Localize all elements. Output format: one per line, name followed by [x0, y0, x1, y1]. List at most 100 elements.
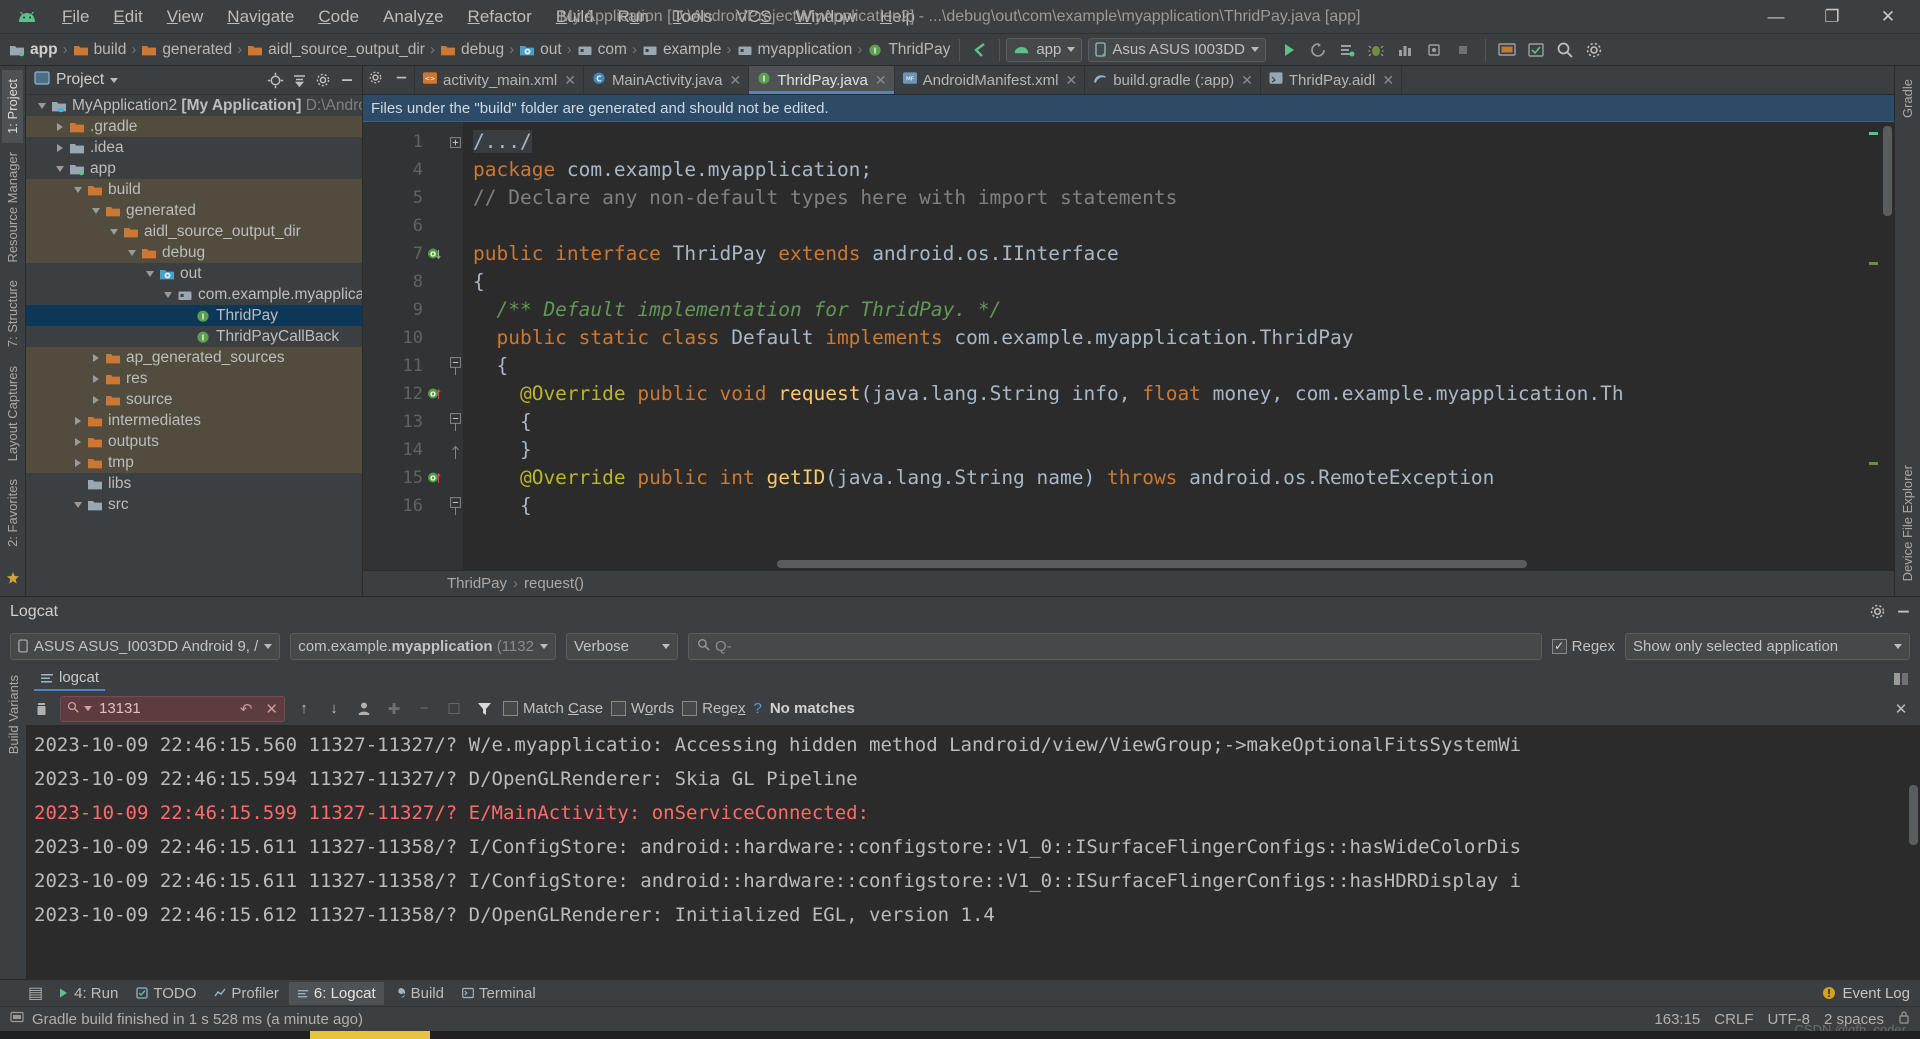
gutter-line[interactable]: 13 — [363, 408, 447, 436]
find-select-all-icon[interactable] — [353, 698, 375, 720]
gutter-line[interactable]: 7O — [363, 240, 447, 268]
chevron-right-icon[interactable] — [88, 395, 103, 404]
logcat-line[interactable]: 2023-10-09 22:46:15.560 11327-11327/? W/… — [34, 728, 1920, 762]
code-content[interactable]: /.../package com.example.myapplication; /… — [463, 122, 1894, 570]
chevron-right-icon[interactable] — [88, 353, 103, 362]
project-settings-gear-icon[interactable] — [312, 69, 334, 91]
editor-settings-gear-icon[interactable] — [368, 70, 383, 90]
find-clear-icon[interactable]: ✕ — [265, 700, 278, 718]
code-line[interactable]: { — [463, 492, 1894, 520]
find-add-line-icon[interactable]: ✚ — [383, 698, 405, 720]
find-next-icon[interactable]: ↓ — [323, 698, 345, 720]
chevron-down-icon[interactable] — [124, 249, 139, 256]
logcat-line[interactable]: 2023-10-09 22:46:15.594 11327-11327/? D/… — [34, 762, 1920, 796]
code-line[interactable]: { — [463, 352, 1894, 380]
editor-tab-thridpay-java[interactable]: I ThridPay.java ✕ — [749, 66, 895, 94]
gutter-line[interactable]: 16 — [363, 492, 447, 520]
close-icon[interactable]: ✕ — [730, 72, 742, 89]
breadcrumb-item-generated[interactable]: generated — [138, 39, 235, 61]
find-input[interactable]: 13131 ↶ ✕ — [60, 695, 285, 722]
logcat-hide-icon[interactable] — [1892, 601, 1914, 623]
caret-position[interactable]: 163:15 — [1654, 1011, 1700, 1028]
stop-button[interactable] — [1450, 37, 1477, 63]
breadcrumb-item-example[interactable]: example — [639, 39, 725, 61]
menu-edit[interactable]: Edit — [101, 4, 154, 30]
tree-node-aidl-source-output-dir[interactable]: aidl_source_output_dir — [26, 221, 362, 242]
breadcrumb-item-build[interactable]: build — [70, 39, 130, 61]
back-arrow-icon[interactable] — [966, 37, 993, 63]
close-icon[interactable]: ✕ — [1241, 72, 1253, 89]
logcat-device-selector[interactable]: ASUS ASUS_I003DD Android 9, / — [10, 632, 281, 660]
run-configuration-selector[interactable]: app — [1006, 37, 1083, 62]
line-separator[interactable]: CRLF — [1714, 1011, 1753, 1028]
gutter-line[interactable]: 15 O — [363, 464, 447, 492]
editor-horizontal-scrollbar[interactable] — [457, 558, 1880, 570]
tree-node-thridpaycallback[interactable]: I ThridPayCallBack — [26, 326, 362, 347]
tree-node-intermediates[interactable]: intermediates — [26, 410, 362, 431]
gutter-line[interactable]: 14 — [363, 436, 447, 464]
hide-panel-icon[interactable] — [336, 69, 358, 91]
find-history-icon[interactable]: ↶ — [240, 700, 253, 718]
profile-icon[interactable] — [1392, 37, 1419, 63]
code-line[interactable]: } — [463, 436, 1894, 464]
code-line[interactable]: @Override public void request(java.lang.… — [463, 380, 1894, 408]
chevron-right-icon[interactable] — [70, 416, 85, 425]
tree-node-debug[interactable]: debug — [26, 242, 362, 263]
tree-node-thridpay[interactable]: I ThridPay — [26, 305, 362, 326]
chevron-down-icon[interactable] — [52, 165, 67, 172]
menu-help[interactable]: Help — [868, 4, 927, 30]
chevron-right-icon[interactable] — [52, 122, 67, 131]
code-line[interactable]: package com.example.myapplication; — [463, 156, 1894, 184]
close-icon[interactable]: ✕ — [1382, 72, 1394, 89]
line-number-gutter[interactable]: 1 4 5 6 7 O 8 9 10 11 12 O 13 14 15 O 16 — [363, 122, 447, 570]
sdk-manager-icon[interactable] — [1523, 37, 1550, 63]
editor-tab-activity-main-xml[interactable]: <> activity_main.xml ✕ — [415, 66, 584, 94]
tree-node--gradle[interactable]: .gradle — [26, 116, 362, 137]
code-line[interactable]: public static class Default implements c… — [463, 324, 1894, 352]
project-tree[interactable]: MyApplication2 [My Application] D:\Andro… — [26, 95, 362, 596]
tool-tab-build-variants[interactable]: Build Variants — [3, 666, 24, 763]
status-memory-icon[interactable] — [10, 1010, 24, 1028]
menu-tools[interactable]: Tools — [661, 4, 725, 30]
gutter-line[interactable]: 12 O — [363, 380, 447, 408]
gutter-line[interactable]: 5 — [363, 184, 447, 212]
tool-tab-resource-manager[interactable]: Resource Manager — [2, 143, 23, 272]
close-icon[interactable]: ✕ — [875, 72, 887, 89]
event-log-area[interactable]: Event Log — [1822, 985, 1920, 1002]
menu-analyze[interactable]: Analyze — [371, 4, 456, 30]
menu-run[interactable]: Run — [606, 4, 661, 30]
menu-view[interactable]: View — [155, 4, 216, 30]
code-line[interactable]: /** Default implementation for ThridPay.… — [463, 296, 1894, 324]
chevron-down-icon[interactable] — [70, 501, 85, 508]
breadcrumb-item-out[interactable]: out — [516, 39, 565, 61]
gutter-line[interactable]: 11 — [363, 352, 447, 380]
bottom-tab-profiler[interactable]: Profiler — [206, 982, 287, 1005]
logcat-process-selector[interactable]: com.example.myapplication (1132 — [290, 632, 556, 660]
menu-build[interactable]: Build — [544, 4, 606, 30]
tool-tab-device-file-explorer[interactable]: Device File Explorer — [1897, 456, 1918, 590]
breadcrumb-item-myapplication[interactable]: myapplication — [734, 39, 856, 61]
fold-region-end-icon[interactable] — [447, 436, 463, 464]
logcat-scroll-thumb[interactable] — [1909, 785, 1918, 845]
code-editor[interactable]: 1 4 5 6 7 O 8 9 10 11 12 O 13 14 15 O 16 /.../package co… — [363, 122, 1894, 570]
gutter-line[interactable]: 1 — [363, 128, 447, 156]
find-filter-icon[interactable] — [473, 698, 495, 720]
gutter-line[interactable]: 4 — [363, 156, 447, 184]
logcat-tab-logcat[interactable]: logcat — [34, 667, 106, 691]
tree-node-tmp[interactable]: tmp — [26, 452, 362, 473]
tree-node-outputs[interactable]: outputs — [26, 431, 362, 452]
bottom-tab-logcat[interactable]: 6: Logcat — [288, 981, 384, 1005]
fold-collapse-icon[interactable] — [447, 492, 463, 520]
breadcrumb-item-aidl-source-output-dir[interactable]: aidl_source_output_dir — [244, 39, 428, 61]
search-everywhere-icon[interactable] — [1552, 37, 1579, 63]
breadcrumb-class[interactable]: ThridPay — [447, 575, 507, 592]
fold-collapse-icon[interactable] — [447, 352, 463, 380]
tool-tab-project[interactable]: 1: Project — [2, 70, 23, 143]
editor-hscroll-thumb[interactable] — [777, 560, 1527, 568]
logcat-line[interactable]: 2023-10-09 22:46:15.611 11327-11358/? I/… — [34, 864, 1920, 898]
tree-node-myapplication2[interactable]: MyApplication2 [My Application] D:\Andro… — [26, 95, 362, 116]
bottom-tab-run[interactable]: 4: Run — [49, 982, 126, 1005]
logcat-search-input[interactable]: Q- — [687, 632, 1542, 660]
bottom-tab-build[interactable]: Build — [386, 982, 452, 1005]
minimize-button[interactable]: — — [1748, 0, 1804, 33]
